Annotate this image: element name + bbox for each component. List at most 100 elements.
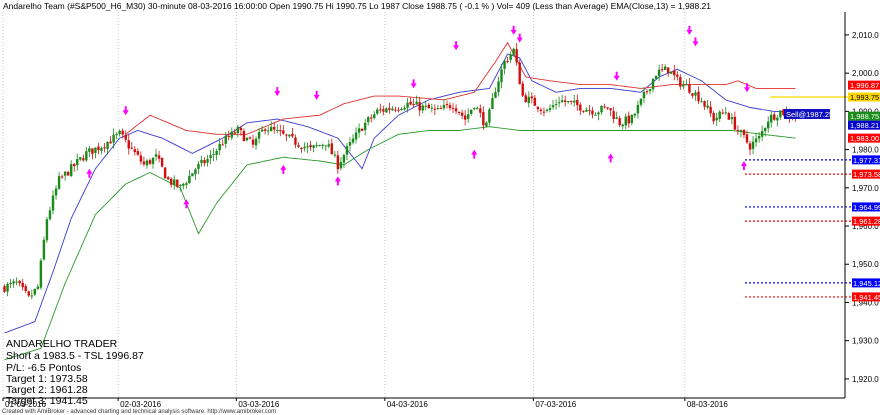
candle-body [3,286,6,292]
candle-body [309,145,312,148]
candle-body [497,81,500,93]
candle-body [409,101,412,105]
candle-body [151,157,155,164]
candle-body [266,130,270,132]
candle-body [91,148,94,154]
candle-body [357,128,361,133]
candle-body [624,116,627,126]
candle-body [542,111,546,113]
candle-body [130,147,134,149]
info-position: Short a 1983.5 - TSL 1996.87 [6,350,144,362]
sell-signal-text: Sell@1987.25 [786,110,833,119]
candle-body [173,179,176,185]
candle-body [773,114,776,120]
candle-body [770,114,773,123]
candle-body [176,179,179,187]
candle-body [591,110,594,115]
candle-body [597,112,600,115]
candle-body [412,104,415,106]
candle-body [300,147,303,150]
target-tag-label: 1,961.28 [853,217,880,226]
candle-body [691,93,694,96]
candle-body [288,134,291,137]
candle-body [115,133,118,135]
chart-title: Andarelho Team (#S&P500_H6_M30) 30-minut… [3,1,711,11]
candle-body [445,103,449,105]
candle-body [479,108,482,113]
candle-body [660,69,664,71]
candle-body [657,69,661,76]
info-target-3: Target 3: 1941.45 [6,395,88,407]
candle-body [163,167,167,179]
price-tag-label: 1,993.75 [850,93,879,102]
price-tag-label: 1,988.75 [850,112,879,121]
candle-body [148,160,152,164]
candle-body [260,129,264,132]
candle-body [442,104,446,109]
candle-body [460,112,464,116]
candle-body [373,114,376,119]
y-tick-label: 2,000.0 [852,69,879,78]
candle-body [509,54,512,60]
candle-body [36,286,40,289]
candle-body [454,108,458,112]
candle-body [157,155,161,159]
candle-body [200,159,203,164]
candle-body [345,146,349,155]
candle-body [754,138,758,143]
candle-body [321,144,324,146]
candle-body [60,176,64,178]
price-chart[interactable]: 2,010.02,000.01,990.01,980.01,970.01,960… [0,0,880,415]
candle-body [560,100,564,102]
candle-body [82,158,85,161]
candle-body [348,142,352,146]
candle-body [406,102,409,108]
candle-body [709,106,712,114]
candle-body [651,78,655,90]
candle-body [439,108,443,110]
candle-body [51,195,55,211]
candle-body [382,109,385,112]
candle-body [233,132,237,134]
candle-body [776,117,779,121]
candle-body [554,104,558,106]
candle-body [194,169,197,175]
candle-body [760,130,764,137]
candle-body [551,105,555,108]
candle-body [518,62,521,85]
candle-body [488,109,491,123]
candle-body [369,117,373,119]
candle-body [615,117,618,119]
candle-body [618,118,621,126]
candle-body [139,155,143,162]
y-tick-label: 2,010.0 [852,31,879,40]
candle-body [339,162,343,169]
candle-body [676,74,679,77]
candle-body [645,91,649,93]
candle-body [418,102,421,111]
candle-body [494,91,497,98]
y-tick-label: 1,930.0 [852,337,879,346]
candle-body [563,100,567,102]
candle-body [603,106,606,108]
candle-body [66,171,70,176]
candle-body [482,112,485,126]
candle-body [400,108,403,110]
candle-body [685,84,688,86]
candle-body [336,155,340,170]
candle-body [733,116,737,130]
candle-body [557,102,561,104]
candle-body [306,146,309,148]
candle-body [470,109,473,114]
candle-body [548,108,552,110]
candle-body [363,122,367,131]
candle-body [109,141,112,144]
candle-body [503,60,506,69]
candle-body [588,109,591,111]
candle-body [342,155,346,163]
candle-body [106,141,109,150]
candle-body [654,76,658,79]
y-tick-label: 1,950.0 [852,260,879,269]
candle-body [15,281,18,283]
target-tag-label: 1,945.12 [853,279,880,288]
